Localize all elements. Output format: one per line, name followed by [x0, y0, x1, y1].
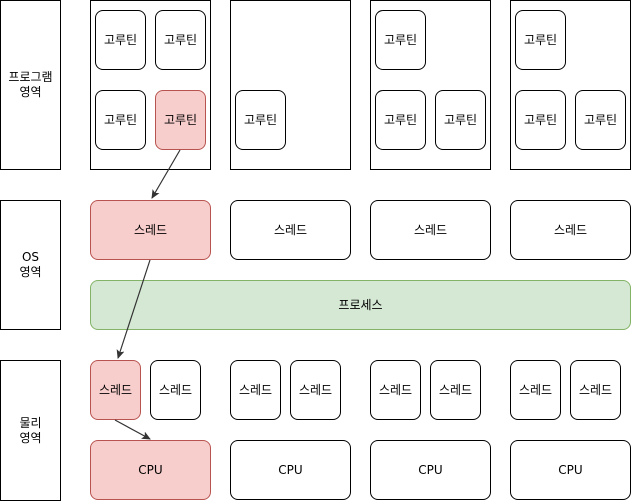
- goroutine: 고루틴: [235, 90, 286, 150]
- cpu: CPU: [370, 440, 491, 500]
- hardware-thread: 스레드: [430, 360, 481, 420]
- hardware-thread: 스레드: [510, 360, 561, 420]
- cpu-highlighted: CPU: [90, 440, 211, 500]
- goroutine: 고루틴: [95, 90, 146, 150]
- hardware-thread-highlighted: 스레드: [90, 360, 141, 420]
- os-thread-highlighted: 스레드: [90, 200, 211, 260]
- arrow-hwthread-to-cpu: [114, 419, 151, 440]
- hardware-thread: 스레드: [570, 360, 621, 420]
- goroutine: 고루틴: [375, 10, 426, 70]
- goroutine-highlighted: 고루틴: [155, 90, 206, 150]
- hardware-thread: 스레드: [150, 360, 201, 420]
- program-layer-label: 프로그램 영역: [0, 0, 61, 170]
- process-box: 프로세스: [90, 280, 631, 330]
- goroutine: 고루틴: [515, 90, 566, 150]
- hardware-thread: 스레드: [230, 360, 281, 420]
- goroutine: 고루틴: [435, 90, 486, 150]
- hardware-thread: 스레드: [370, 360, 421, 420]
- physical-layer-label: 물리 영역: [0, 360, 61, 501]
- cpu: CPU: [230, 440, 351, 500]
- hardware-thread: 스레드: [290, 360, 341, 420]
- os-thread: 스레드: [370, 200, 491, 260]
- goroutine: 고루틴: [95, 10, 146, 70]
- goroutine: 고루틴: [575, 90, 626, 150]
- os-layer-label: OS 영역: [0, 200, 61, 330]
- goroutine: 고루틴: [515, 10, 566, 70]
- os-thread: 스레드: [230, 200, 351, 260]
- cpu: CPU: [510, 440, 631, 500]
- goroutine: 고루틴: [155, 10, 206, 70]
- os-thread: 스레드: [510, 200, 631, 260]
- goroutine: 고루틴: [375, 90, 426, 150]
